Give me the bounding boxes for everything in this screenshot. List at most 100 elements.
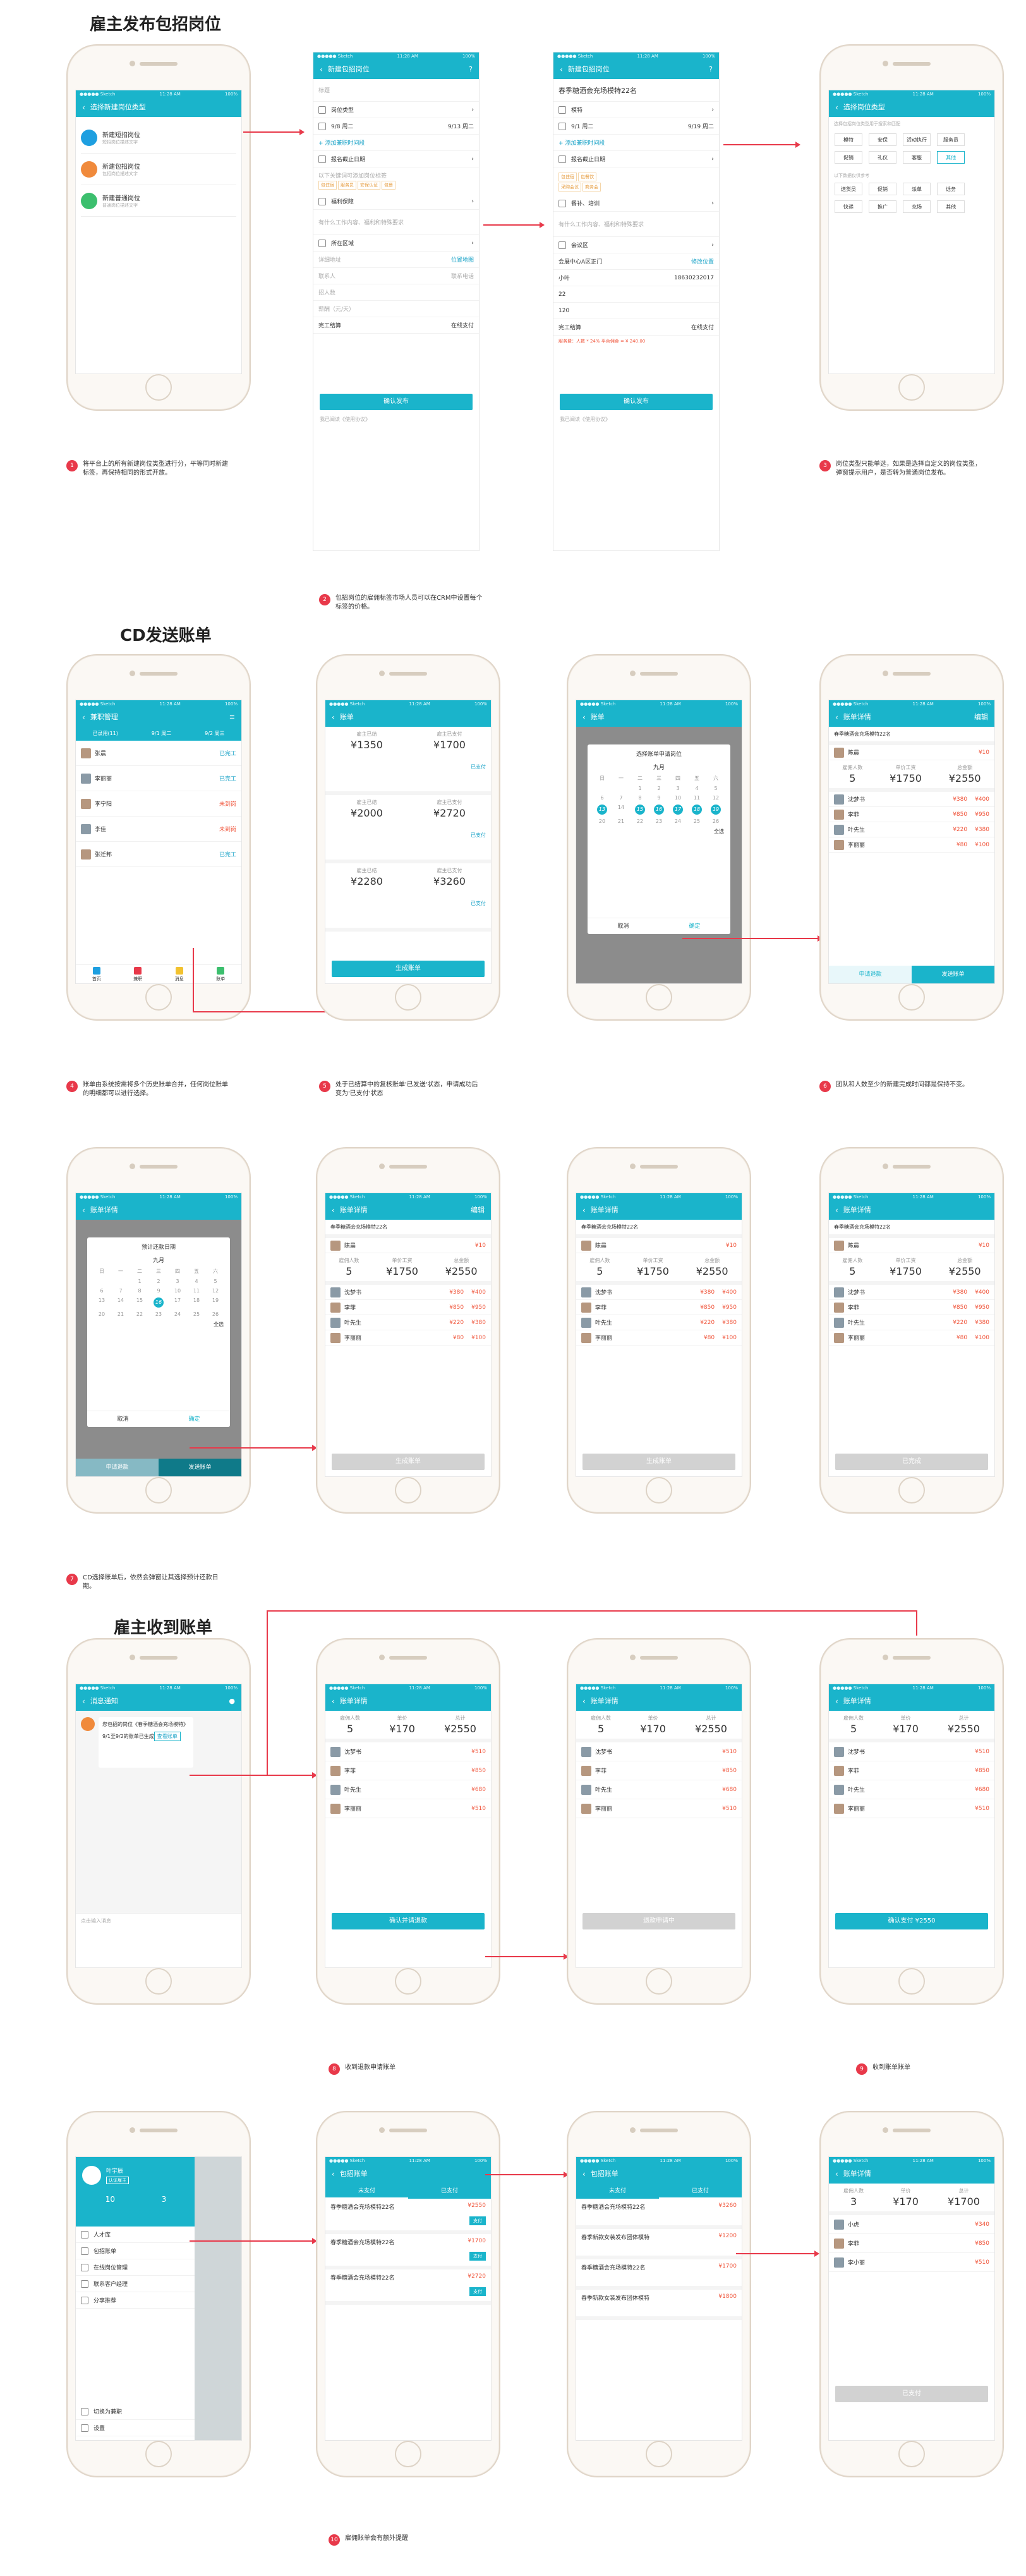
list-item[interactable]: 陈晨 ¥10 bbox=[829, 1238, 994, 1253]
refund-button[interactable]: 申请退款 bbox=[829, 966, 912, 983]
table-row[interactable]: 沈梦书 ¥380 ¥400 bbox=[576, 1285, 742, 1300]
welfare-select[interactable]: 福利保障 › bbox=[313, 193, 479, 210]
table-row[interactable]: 小虎 ¥340 bbox=[829, 2215, 994, 2234]
select-all-checkbox[interactable]: 全选 bbox=[588, 828, 730, 835]
back-icon[interactable]: ‹ bbox=[582, 1201, 586, 1220]
deadline-select[interactable]: 报名截止日期 › bbox=[313, 151, 479, 167]
table-row[interactable]: 叶先生 ¥220 ¥380 bbox=[325, 1315, 491, 1330]
table-row[interactable]: 李丽丽 ¥80 ¥100 bbox=[829, 1330, 994, 1346]
date-range[interactable]: 9/1 周二 9/19 周二 bbox=[553, 118, 719, 135]
pay-button[interactable]: 支付 bbox=[469, 2216, 486, 2225]
table-row[interactable]: 李菲 ¥850 bbox=[829, 1761, 994, 1780]
type-option[interactable]: 服务员 bbox=[937, 133, 965, 146]
menu-item[interactable]: 联系客户经理 bbox=[76, 2276, 196, 2292]
list-item[interactable]: 春季糖酒会充场模特22名 ¥1700 bbox=[576, 2259, 742, 2290]
menu-item[interactable]: 分享推荐 bbox=[76, 2292, 196, 2309]
list-item[interactable]: 张迁邦 已完工 bbox=[76, 842, 241, 867]
pay-button[interactable]: 支付 bbox=[469, 2252, 486, 2261]
type-option[interactable]: 派单 bbox=[903, 183, 931, 195]
title-input[interactable]: 标题 bbox=[313, 79, 479, 102]
bill-card[interactable]: 雇主已结 ¥2000 雇主已支付 ¥2720 已支付 bbox=[325, 795, 491, 863]
pay-button[interactable]: 支付 bbox=[469, 2287, 486, 2296]
table-row[interactable]: 叶先生 ¥220 ¥380 bbox=[576, 1315, 742, 1330]
welfare-select[interactable]: 餐补、培训 › bbox=[553, 195, 719, 212]
confirm-pay-button[interactable]: 确认支付 ¥2550 bbox=[835, 1913, 988, 1929]
pay-input[interactable]: 薪酬（元/天） bbox=[313, 301, 479, 317]
select-all-checkbox[interactable]: 全选 bbox=[87, 1321, 230, 1328]
submit-button[interactable]: 确认发布 bbox=[320, 394, 473, 410]
confirm-button[interactable]: 确定 bbox=[659, 918, 730, 934]
list-item[interactable]: 李宁阳 未到岗 bbox=[76, 791, 241, 817]
title-input[interactable]: 春季糖酒会充场模特22名 bbox=[553, 79, 719, 102]
submit-button[interactable]: 确认发布 bbox=[560, 394, 713, 410]
list-item[interactable]: 陈晨 ¥10 bbox=[576, 1238, 742, 1253]
home-button[interactable] bbox=[646, 984, 672, 1011]
back-icon[interactable]: ‹ bbox=[82, 1201, 85, 1220]
generate-bill-button[interactable]: 生成账单 bbox=[582, 1454, 735, 1470]
list-item[interactable]: 春季新款女装发布团体模特 ¥1800 bbox=[576, 2290, 742, 2320]
list-item[interactable]: 张晨 已完工 bbox=[76, 741, 241, 766]
home-button[interactable] bbox=[646, 2441, 672, 2467]
back-icon[interactable]: ‹ bbox=[332, 1692, 335, 1711]
contact-input[interactable]: 小叶 18630232017 bbox=[553, 270, 719, 286]
list-item[interactable]: 陈晨 ¥10 bbox=[829, 745, 994, 760]
add-time-link[interactable]: + 添加兼职时间段 bbox=[313, 135, 479, 151]
list-item[interactable]: 新建普通岗位 普通岗位描述文字 bbox=[81, 185, 236, 217]
address-input[interactable]: 会展中心A区正门 修改位置 bbox=[553, 253, 719, 270]
pay-input[interactable]: 120 bbox=[553, 303, 719, 319]
confirm-button[interactable]: 确定 bbox=[159, 1411, 230, 1427]
back-icon[interactable]: ‹ bbox=[835, 1201, 838, 1220]
menu-item[interactable]: 在线岗位管理 bbox=[76, 2259, 196, 2276]
bill-card[interactable]: 雇主已结 ¥1350 雇主已支付 ¥1700 已支付 bbox=[325, 727, 491, 795]
table-row[interactable]: 沈梦书 ¥380 ¥400 bbox=[829, 792, 994, 807]
back-icon[interactable]: ‹ bbox=[82, 1692, 85, 1711]
table-row[interactable]: 叶先生 ¥680 bbox=[829, 1780, 994, 1799]
back-icon[interactable]: ‹ bbox=[582, 708, 586, 727]
home-button[interactable] bbox=[898, 1968, 925, 1995]
home-button[interactable] bbox=[646, 1968, 672, 1995]
settle-select[interactable]: 完工结算 在线支付 bbox=[553, 319, 719, 336]
tab-paid[interactable]: 已支付 bbox=[408, 2184, 491, 2199]
table-row[interactable]: 李丽丽 ¥80 ¥100 bbox=[829, 837, 994, 853]
job-type-select[interactable]: 岗位类型 › bbox=[313, 102, 479, 118]
type-option[interactable]: 客服 bbox=[903, 151, 931, 164]
bill-card[interactable]: 雇主已结 ¥2280 雇主已支付 ¥3260 已支付 bbox=[325, 863, 491, 932]
view-bill-link[interactable]: 查看账单 bbox=[154, 1732, 181, 1741]
list-item[interactable]: 李佳 未到岗 bbox=[76, 817, 241, 842]
home-button[interactable] bbox=[395, 1477, 421, 1504]
edit-button[interactable]: 编辑 bbox=[974, 708, 988, 727]
table-row[interactable]: 李丽丽 ¥510 bbox=[829, 1799, 994, 1818]
type-option[interactable]: 礼仪 bbox=[869, 151, 896, 164]
type-option[interactable]: 话务 bbox=[937, 183, 965, 195]
list-item[interactable]: 春季糖酒会充场模特22名 ¥2720 支付 bbox=[325, 2269, 491, 2305]
message-input[interactable]: 点击输入消息 bbox=[76, 1913, 241, 1928]
back-icon[interactable]: ‹ bbox=[835, 2165, 838, 2184]
menu-item-bill[interactable]: 包招账单 bbox=[76, 2243, 196, 2259]
list-item[interactable]: 春季新款女装发布团体模特 ¥1200 bbox=[576, 2229, 742, 2259]
back-icon[interactable]: ‹ bbox=[560, 60, 563, 79]
agreement-checkbox[interactable]: 我已阅读《使用协议》 bbox=[560, 416, 610, 423]
send-bill-button[interactable]: 发送账单 bbox=[912, 966, 994, 983]
menu-item[interactable]: 人才库 bbox=[76, 2227, 196, 2243]
type-option[interactable]: 充场 bbox=[903, 200, 931, 213]
area-select[interactable]: 所在区域 › bbox=[313, 235, 479, 252]
type-option[interactable]: 活动执行 bbox=[903, 133, 931, 146]
requirement-input[interactable]: 有什么工作内容、福利和特殊要求 bbox=[313, 210, 479, 235]
tab-msg[interactable]: 消息 bbox=[175, 966, 184, 982]
table-row[interactable]: 沈梦书 ¥510 bbox=[325, 1742, 491, 1761]
table-row[interactable]: 沈梦书 ¥510 bbox=[829, 1742, 994, 1761]
table-row[interactable]: 李菲 ¥850 ¥950 bbox=[829, 807, 994, 822]
table-row[interactable]: 李小丽 ¥510 bbox=[829, 2253, 994, 2272]
list-item[interactable]: 李丽丽 已完工 bbox=[76, 766, 241, 791]
deadline-select[interactable]: 报名截止日期 › bbox=[553, 151, 719, 167]
type-option[interactable]: 推广 bbox=[869, 200, 896, 213]
table-row[interactable]: 李菲 ¥850 ¥950 bbox=[576, 1300, 742, 1315]
table-row[interactable]: 李菲 ¥850 bbox=[325, 1761, 491, 1780]
job-type-select[interactable]: 模特 › bbox=[553, 102, 719, 118]
home-button[interactable] bbox=[145, 1477, 172, 1504]
table-row[interactable]: 叶先生 ¥680 bbox=[325, 1780, 491, 1799]
type-option[interactable]: 安保 bbox=[869, 133, 896, 146]
num-input[interactable]: 招人数 bbox=[313, 284, 479, 301]
table-row[interactable]: 沈梦书 ¥380 ¥400 bbox=[325, 1285, 491, 1300]
num-input[interactable]: 22 bbox=[553, 286, 719, 303]
